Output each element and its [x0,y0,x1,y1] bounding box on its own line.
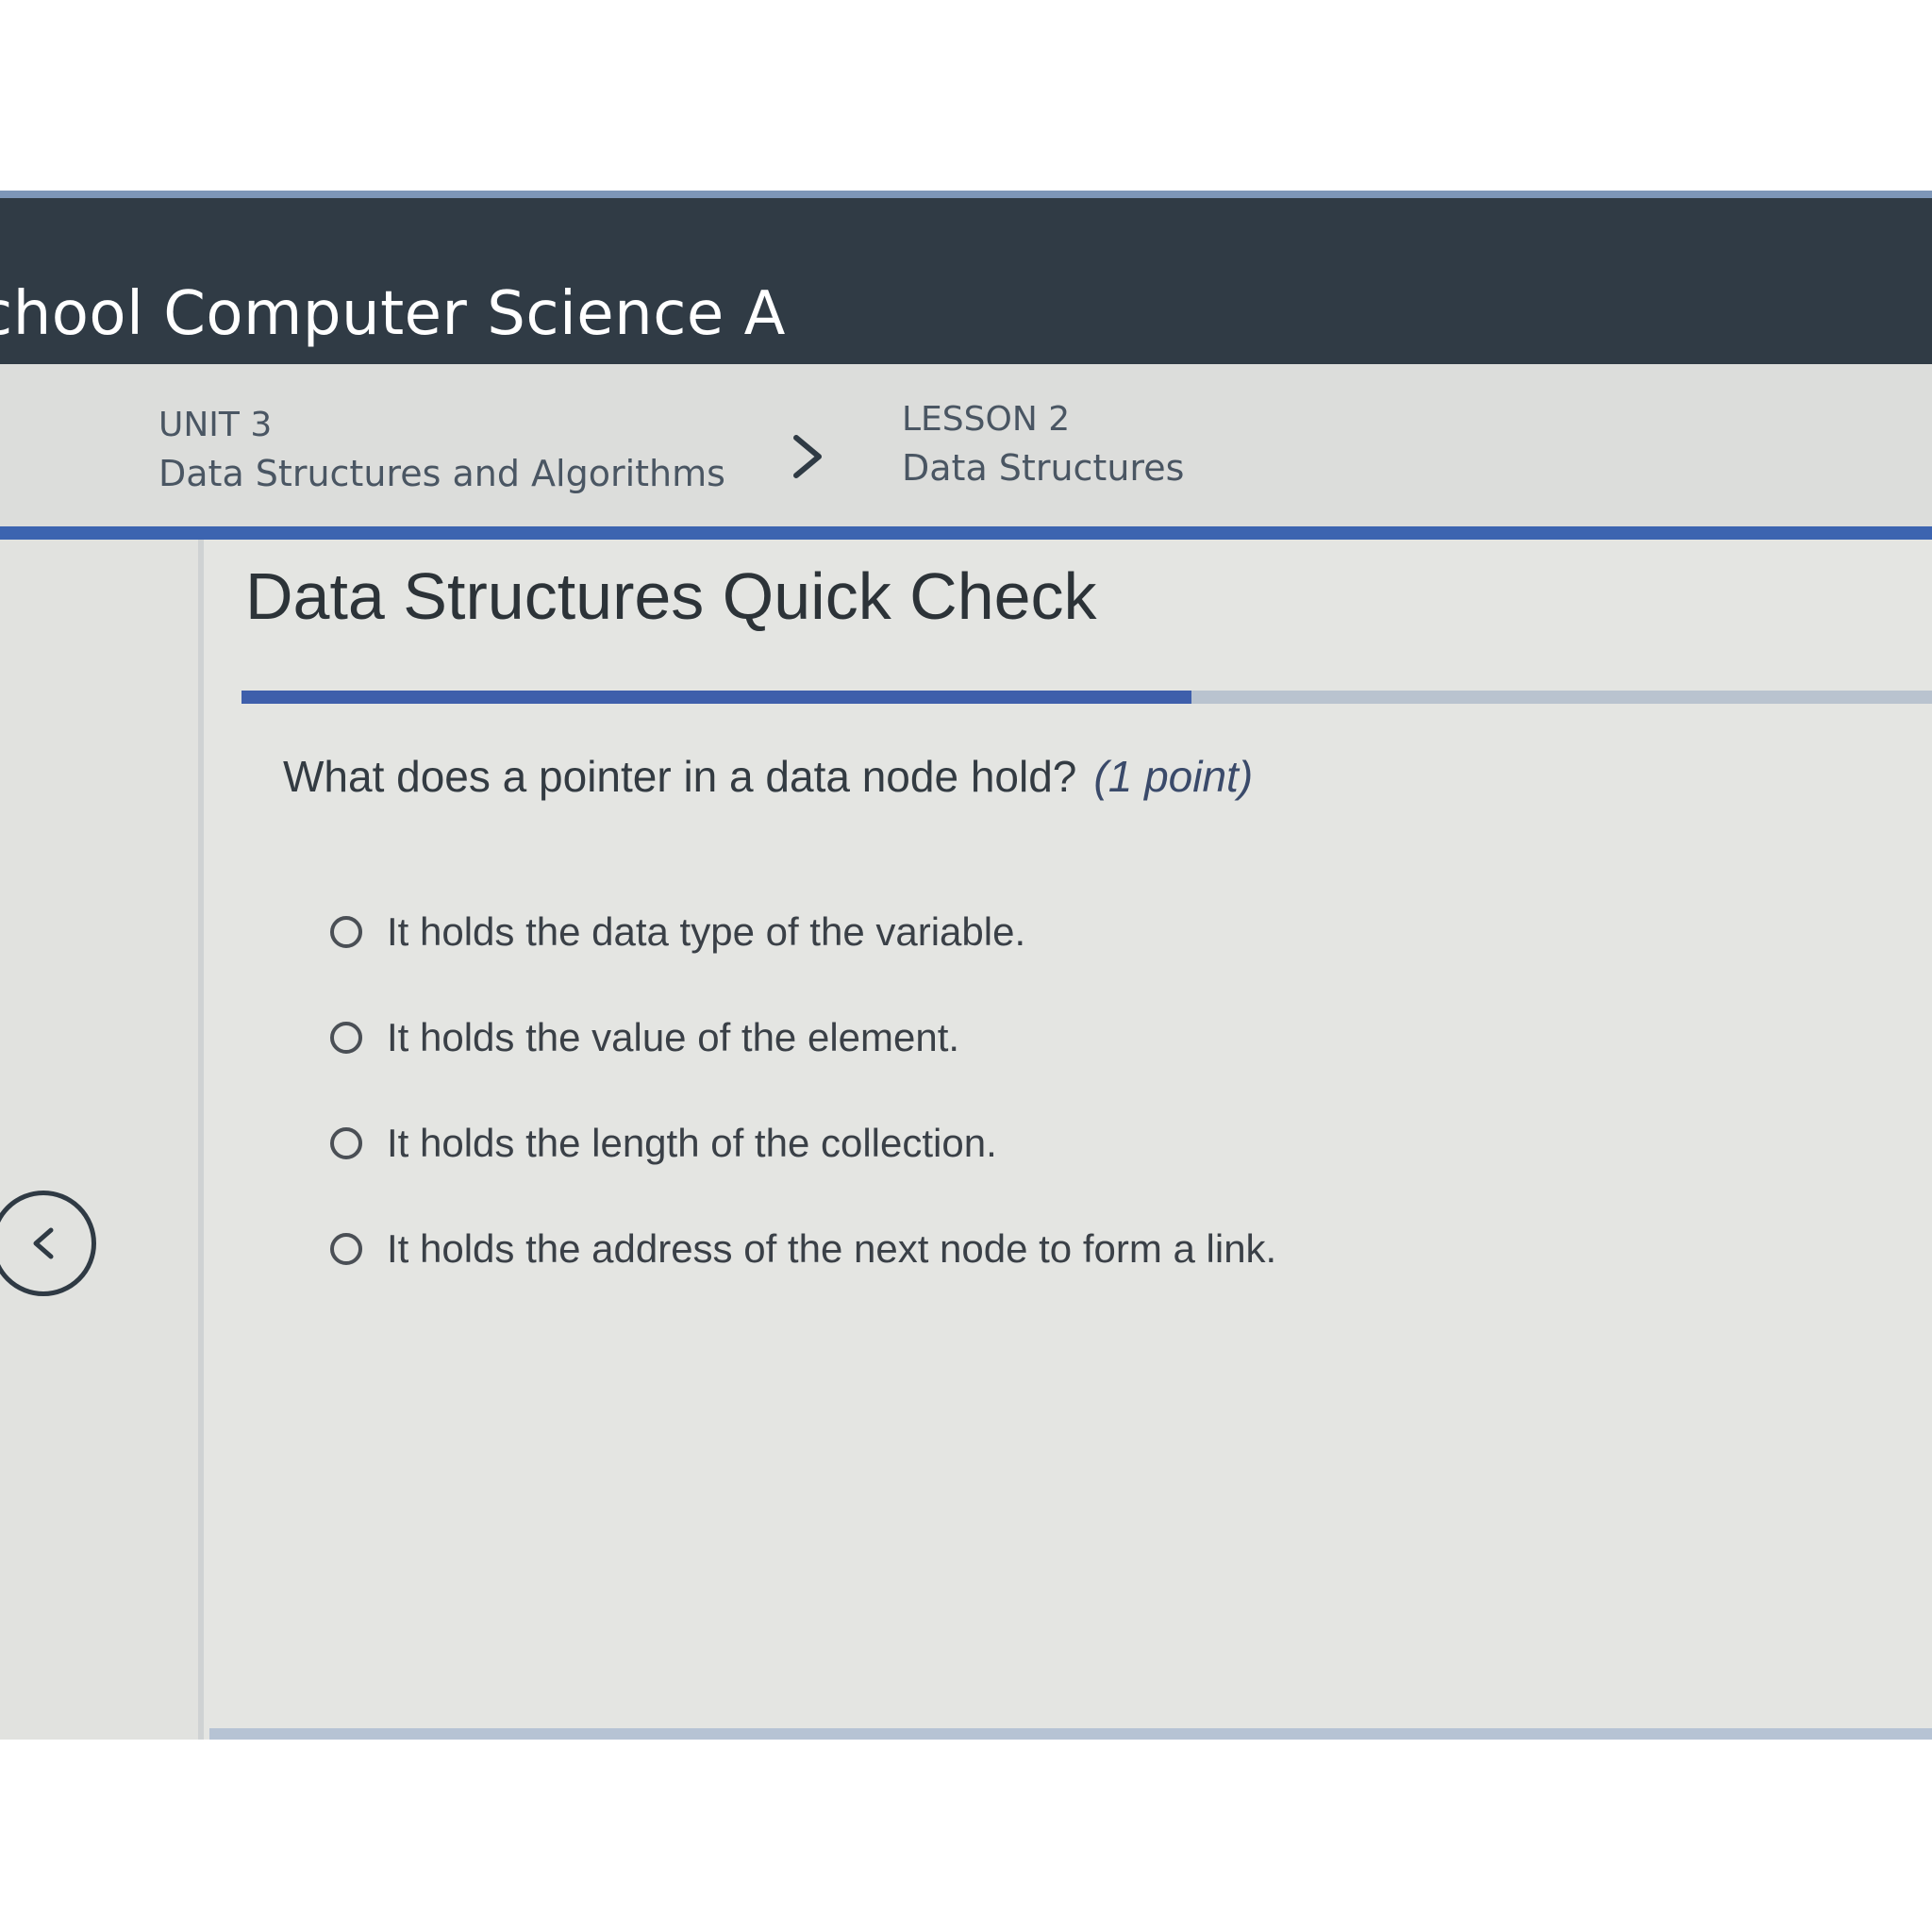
quiz-title: Data Structures Quick Check [245,559,1097,633]
chevron-left-icon [33,1227,54,1259]
radio-button[interactable] [330,1022,362,1054]
breadcrumb-unit-label: UNIT 3 [158,406,273,444]
answer-option-label: It holds the data type of the variable. [387,909,1026,954]
quiz-progress-bar [242,691,1932,704]
answer-option-label: It holds the length of the collection. [387,1121,997,1165]
breadcrumb: UNIT 3 Data Structures and Algorithms LE… [0,364,1932,526]
back-button[interactable] [0,1191,96,1296]
breadcrumb-lesson-label: LESSON 2 [902,400,1071,439]
radio-button[interactable] [330,1127,362,1159]
radio-button[interactable] [330,916,362,948]
course-header: chool Computer Science A [0,198,1932,364]
question-text: What does a pointer in a data node hold?… [283,751,1253,802]
bottom-divider [209,1728,1932,1740]
breadcrumb-lesson[interactable]: LESSON 2 Data Structures [902,398,1184,494]
screen: chool Computer Science A UNIT 3 Data Str… [0,191,1932,1740]
question-points: (1 point) [1093,752,1254,801]
answer-option-1[interactable]: It holds the data type of the variable. [330,879,1276,985]
top-accent-bar [0,191,1932,198]
answer-option-label: It holds the address of the next node to… [387,1226,1277,1271]
answer-option-2[interactable]: It holds the value of the element. [330,985,1276,1091]
answer-option-4[interactable]: It holds the address of the next node to… [330,1196,1276,1302]
breadcrumb-unit-name: Data Structures and Algorithms [158,453,725,494]
answer-option-label: It holds the value of the element. [387,1015,960,1059]
question-prompt: What does a pointer in a data node hold? [283,752,1077,801]
course-title: chool Computer Science A [0,279,786,349]
chevron-right-icon [793,435,822,478]
quiz-panel: Data Structures Quick Check What does a … [198,540,1932,1740]
radio-button[interactable] [330,1233,362,1265]
header-divider [0,526,1932,540]
breadcrumb-lesson-name: Data Structures [902,447,1185,489]
answer-options: It holds the data type of the variable. … [330,879,1276,1302]
breadcrumb-unit[interactable]: UNIT 3 Data Structures and Algorithms [158,404,725,500]
quiz-progress-fill [242,691,1191,704]
answer-option-3[interactable]: It holds the length of the collection. [330,1091,1276,1196]
